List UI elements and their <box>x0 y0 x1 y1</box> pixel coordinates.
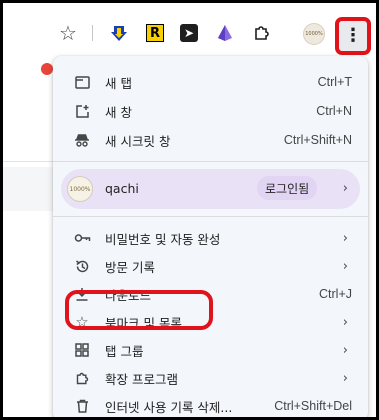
chevron-right-icon: › <box>342 342 348 358</box>
extensions-puzzle-icon[interactable] <box>250 21 274 45</box>
bookmarks-highlight-annotation <box>65 290 213 330</box>
signed-in-badge: 로그인됨 <box>257 176 318 200</box>
toolbar-divider <box>92 25 93 41</box>
browser-window: ☆ R ➤ 1000% ⋮ 새 탭 Ctrl+T 새 창 Ctrl+N 새 시크… <box>3 3 376 417</box>
menu-item-new-window[interactable]: 새 창 Ctrl+N <box>53 97 368 125</box>
menu-item-tab-groups[interactable]: 탭 그룹 › <box>53 336 368 364</box>
chrome-menu-button[interactable]: ⋮ <box>335 17 371 55</box>
profile-avatar: 1000% <box>67 176 93 202</box>
chevron-right-icon: › <box>342 370 348 386</box>
incognito-icon <box>73 131 91 149</box>
more-vert-icon: ⋮ <box>344 25 362 46</box>
notification-badge <box>41 63 53 75</box>
page-row <box>3 167 53 211</box>
menu-item-new-tab[interactable]: 새 탭 Ctrl+T <box>53 68 368 96</box>
menu-item-extensions[interactable]: 확장 프로그램 › <box>53 364 368 392</box>
crystal-extension-icon[interactable] <box>213 21 237 45</box>
menu-item-shortcut: Ctrl+N <box>316 104 352 118</box>
menu-item-label: 탭 그룹 <box>105 343 144 359</box>
chevron-right-icon: › <box>342 258 348 274</box>
chevron-right-icon: › <box>342 181 348 196</box>
menu-item-label: 방문 기록 <box>105 259 155 275</box>
background-page <box>3 59 53 417</box>
browser-toolbar: ☆ R ➤ 1000% ⋮ <box>3 3 376 59</box>
r-extension-letter: R <box>146 24 164 42</box>
menu-item-shortcut: Ctrl+J <box>319 287 352 301</box>
menu-item-label: 확장 프로그램 <box>105 371 178 387</box>
profile-name: qachi <box>105 181 139 196</box>
history-icon <box>73 257 91 275</box>
menu-divider <box>53 216 368 217</box>
menu-item-label: 새 창 <box>105 104 132 120</box>
menu-item-label: 인터넷 사용 기록 삭제... <box>105 399 233 415</box>
menu-item-label: 새 시크릿 창 <box>105 133 171 149</box>
new-tab-icon <box>73 73 91 91</box>
send-extension-glyph: ➤ <box>180 24 198 42</box>
page-divider <box>3 161 53 162</box>
key-icon <box>73 229 91 247</box>
menu-item-shortcut: Ctrl+Shift+Del <box>274 399 352 413</box>
menu-item-new-incognito[interactable]: 새 시크릿 창 Ctrl+Shift+N <box>53 126 368 154</box>
r-extension-icon[interactable]: R <box>143 21 167 45</box>
menu-item-shortcut: Ctrl+Shift+N <box>283 133 352 147</box>
menu-item-passwords[interactable]: 비밀번호 및 자동 완성 › <box>53 224 368 252</box>
send-extension-icon[interactable]: ➤ <box>177 21 201 45</box>
menu-item-history[interactable]: 방문 기록 › <box>53 252 368 280</box>
trash-icon <box>73 397 91 415</box>
menu-item-label: 비밀번호 및 자동 완성 <box>105 231 221 247</box>
menu-divider <box>53 161 368 162</box>
tab-groups-icon <box>73 341 91 359</box>
blue-arrow-extension-icon[interactable] <box>107 21 131 45</box>
menu-profile-row[interactable]: 1000% qachi 로그인됨 › <box>61 169 360 209</box>
chevron-right-icon: › <box>342 314 348 330</box>
chevron-right-icon: › <box>342 230 348 246</box>
chrome-main-menu: 새 탭 Ctrl+T 새 창 Ctrl+N 새 시크릿 창 Ctrl+Shift… <box>53 56 368 417</box>
profile-avatar[interactable]: 1000% <box>303 23 325 45</box>
new-window-icon <box>73 102 91 120</box>
menu-item-label: 새 탭 <box>105 75 132 91</box>
extension-icon <box>73 369 91 387</box>
menu-item-clear-browsing-data[interactable]: 인터넷 사용 기록 삭제... Ctrl+Shift+Del <box>53 392 368 417</box>
menu-item-shortcut: Ctrl+T <box>317 75 352 89</box>
bookmark-star-icon[interactable]: ☆ <box>56 21 80 45</box>
